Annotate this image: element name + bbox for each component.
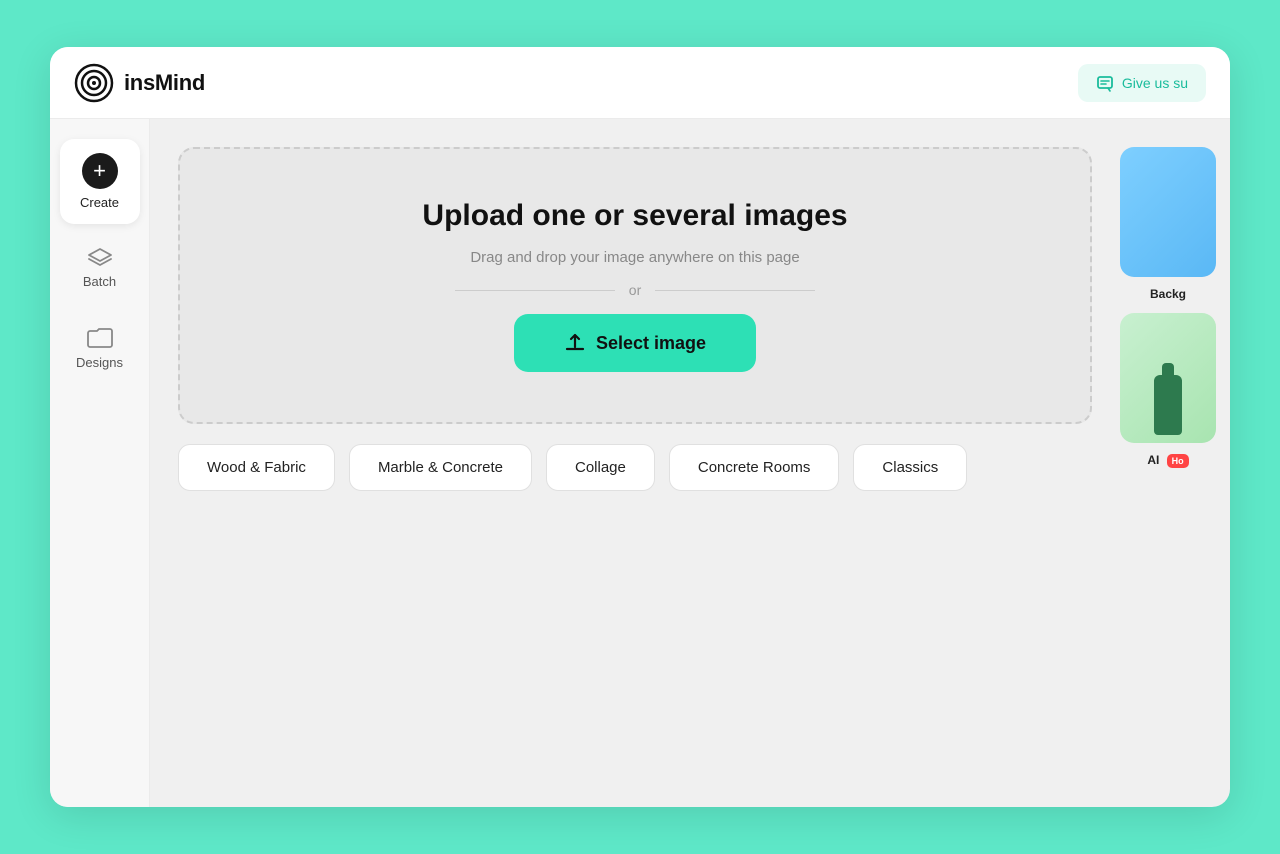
divider-line-right — [655, 290, 815, 291]
sidebar-create-label: Create — [80, 195, 119, 210]
upload-subtitle: Drag and drop your image anywhere on thi… — [470, 249, 799, 266]
right-panel: Backg AI Ho — [1120, 119, 1230, 807]
upload-area[interactable]: Upload one or several images Drag and dr… — [178, 147, 1092, 424]
feedback-button[interactable]: Give us su — [1078, 64, 1206, 102]
upload-title: Upload one or several images — [422, 199, 847, 233]
sidebar: + Create Batch Designs — [50, 119, 150, 807]
plus-icon: + — [82, 153, 118, 189]
category-classics[interactable]: Classics — [853, 444, 967, 491]
category-wood-fabric[interactable]: Wood & Fabric — [178, 444, 335, 491]
right-card-ai[interactable]: AI Ho — [1120, 313, 1216, 470]
category-marble-concrete[interactable]: Marble & Concrete — [349, 444, 532, 491]
select-image-label: Select image — [596, 333, 706, 354]
blue-card-image — [1120, 147, 1216, 277]
logo-text: insMind — [124, 70, 205, 96]
sidebar-item-batch[interactable]: Batch — [60, 232, 140, 303]
feedback-label: Give us su — [1122, 75, 1188, 91]
sidebar-batch-label: Batch — [83, 274, 116, 289]
backgrounds-label: Backg — [1120, 281, 1216, 303]
select-image-button[interactable]: Select image — [514, 314, 756, 372]
ai-label: AI Ho — [1120, 447, 1216, 470]
logo-area: insMind — [74, 63, 205, 103]
category-collage-label: Collage — [575, 459, 626, 476]
sidebar-designs-label: Designs — [76, 355, 123, 370]
sidebar-item-designs[interactable]: Designs — [60, 311, 140, 384]
divider-text: or — [629, 282, 641, 298]
feedback-icon — [1096, 74, 1114, 92]
category-concrete-rooms-label: Concrete Rooms — [698, 459, 811, 476]
sidebar-item-create[interactable]: + Create — [60, 139, 140, 224]
green-card-image — [1120, 313, 1216, 443]
categories: Wood & Fabric Marble & Concrete Collage … — [178, 444, 1092, 491]
category-marble-concrete-label: Marble & Concrete — [378, 459, 503, 476]
divider-line-left — [455, 290, 615, 291]
stack-icon — [86, 246, 114, 268]
folder-icon — [86, 325, 114, 349]
right-card-backgrounds[interactable]: Backg — [1120, 147, 1216, 303]
logo-icon — [74, 63, 114, 103]
header: insMind Give us su — [50, 47, 1230, 119]
category-classics-label: Classics — [882, 459, 938, 476]
body: + Create Batch Designs — [50, 119, 1230, 807]
upload-icon — [564, 332, 586, 354]
main-content: Upload one or several images Drag and dr… — [150, 119, 1120, 807]
hot-badge: Ho — [1167, 454, 1189, 468]
category-concrete-rooms[interactable]: Concrete Rooms — [669, 444, 840, 491]
upload-divider: or — [455, 282, 815, 298]
category-wood-fabric-label: Wood & Fabric — [207, 459, 306, 476]
category-collage[interactable]: Collage — [546, 444, 655, 491]
bottle-shape — [1154, 375, 1182, 435]
